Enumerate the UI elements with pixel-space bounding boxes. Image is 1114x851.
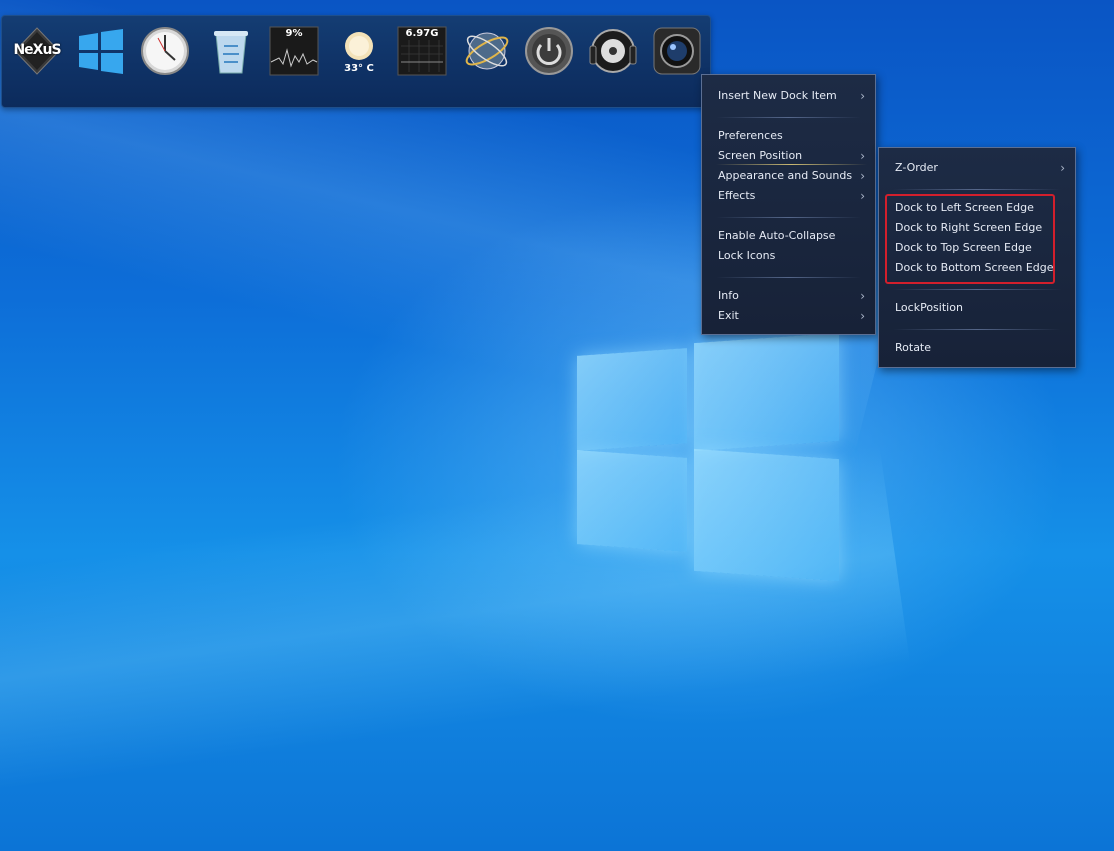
chevron-right-icon: › [860,309,865,323]
cpu-usage-label: 9% [285,28,303,39]
menu-separator [716,277,861,278]
memory-usage-label: 6.97G [405,28,439,39]
logo-pane [694,448,839,582]
menu-item-label: Exit [718,309,739,322]
menu-item-label: Effects [718,189,756,202]
chevron-right-icon: › [860,149,865,163]
camera-icon[interactable] [652,26,702,76]
menu-item-exit[interactable]: Exit › [702,306,875,326]
menu-item-label: Rotate [895,341,932,354]
recycle-bin-icon[interactable] [206,26,256,76]
logo-pane [577,450,687,552]
menu-item-label: Screen Position [718,149,803,162]
menu-item-label: Preferences [718,129,783,142]
dock-context-menu: Insert New Dock Item › Preferences Scree… [701,74,876,335]
menu-item-label: Enable Auto-Collapse [718,229,836,242]
temperature-label: 33° C [344,63,374,74]
logo-pane [577,348,687,451]
menu-item-appearance-and-sounds[interactable]: Appearance and Sounds › [702,166,875,186]
submenu-item-lock-position[interactable]: LockPosition [879,298,1075,318]
nexus-logo-icon[interactable]: NeXuS [12,26,62,76]
menu-separator [893,289,1061,290]
menu-item-effects[interactable]: Effects › [702,186,875,206]
submenu-item-z-order[interactable]: Z-Order › [879,158,1075,178]
menu-item-lock-icons[interactable]: Lock Icons [702,246,875,266]
chevron-right-icon: › [860,89,865,103]
menu-item-info[interactable]: Info › [702,286,875,306]
menu-item-label: Z-Order [895,161,938,174]
dock-bar: NeXuS 9% 33° C 6.97G [1,15,711,108]
menu-item-label: Lock Icons [718,249,776,262]
menu-item-preferences[interactable]: Preferences [702,126,875,146]
menu-item-label: Info [718,289,739,302]
windows-start-icon[interactable] [76,26,126,76]
menu-item-label: Appearance and Sounds [718,169,853,182]
menu-item-label: LockPosition [895,301,963,314]
cpu-meter-icon[interactable]: 9% [269,26,319,76]
annotation-highlight-box [885,194,1055,284]
chevron-right-icon: › [1060,161,1065,175]
menu-separator [716,117,861,118]
menu-item-enable-auto-collapse[interactable]: Enable Auto-Collapse [702,226,875,246]
menu-separator [893,329,1061,330]
memory-meter-icon[interactable]: 6.97G [397,26,447,76]
nexus-logo-text: NeXuS [13,42,61,58]
media-player-icon[interactable] [588,26,638,76]
logo-pane [694,332,839,452]
menu-item-label: Insert New Dock Item [718,89,837,102]
submenu-item-rotate[interactable]: Rotate [879,338,1075,358]
chevron-right-icon: › [860,169,865,183]
windows-logo-wallpaper [577,332,839,584]
menu-item-insert-new-dock-item[interactable]: Insert New Dock Item › [702,86,875,106]
chevron-right-icon: › [860,289,865,303]
weather-icon[interactable]: 33° C [334,26,384,76]
chevron-right-icon: › [860,189,865,203]
power-icon[interactable] [524,26,574,76]
menu-separator [893,189,1061,190]
menu-item-screen-position[interactable]: Screen Position › [702,146,875,166]
internet-globe-icon[interactable] [462,26,512,76]
menu-separator [716,217,861,218]
clock-icon[interactable] [140,26,190,76]
